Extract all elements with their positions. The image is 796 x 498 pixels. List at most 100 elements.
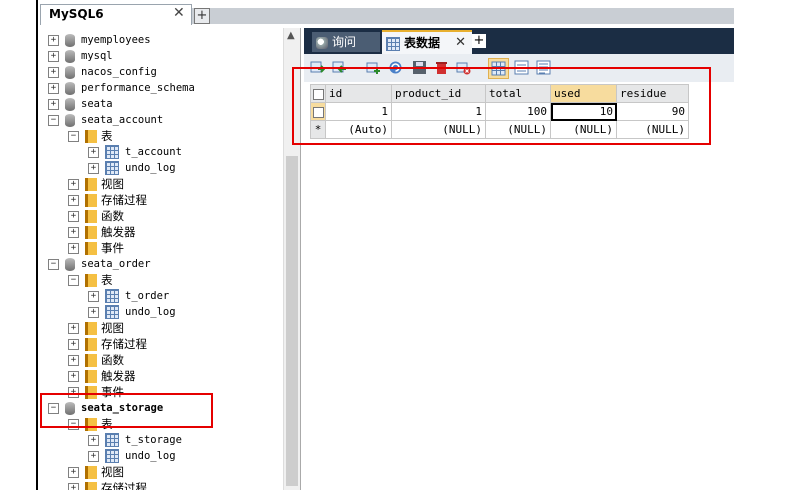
- expand-icon[interactable]: +: [68, 482, 79, 490]
- highlight-box-seata-storage: [40, 393, 213, 428]
- tree-item-label: mysql: [81, 50, 113, 62]
- expand-icon[interactable]: +: [88, 290, 99, 302]
- expand-icon[interactable]: +: [88, 162, 99, 174]
- tree-item-folder[interactable]: + 存储过程: [68, 192, 147, 208]
- tree-item-label: 视图: [101, 321, 124, 335]
- tree-item-folder[interactable]: + 视图: [68, 464, 124, 480]
- tree-item-folder[interactable]: − 表: [68, 272, 113, 288]
- tree-item-label: seata: [81, 98, 113, 110]
- folder-icon: [85, 193, 97, 207]
- tree-item-label: 表: [101, 129, 113, 143]
- tree-item-label: 存储过程: [101, 193, 147, 207]
- tree-item-label: 触发器: [101, 369, 136, 383]
- expand-icon[interactable]: +: [68, 370, 79, 382]
- tree-item-label: seata_order: [81, 258, 151, 270]
- close-icon[interactable]: ✕: [173, 5, 185, 21]
- tab-table-data-label: 表数据: [404, 36, 441, 50]
- folder-icon: [85, 209, 97, 223]
- expand-icon[interactable]: +: [68, 178, 79, 190]
- expand-icon[interactable]: +: [68, 210, 79, 222]
- tab-query[interactable]: 询问: [312, 32, 380, 52]
- tree-item-label: nacos_config: [81, 66, 157, 78]
- tree-item-label: 视图: [101, 465, 124, 479]
- tree-item-label: 事件: [101, 241, 124, 255]
- expand-icon[interactable]: +: [68, 322, 79, 334]
- tree-item-database[interactable]: − seata_account: [48, 112, 163, 128]
- folder-icon: [85, 177, 97, 191]
- table-icon: [105, 289, 119, 303]
- expand-icon[interactable]: +: [48, 34, 59, 46]
- folder-icon: [85, 369, 97, 383]
- tree-item-label: t_order: [125, 290, 170, 302]
- tree-item-folder[interactable]: + 视图: [68, 320, 124, 336]
- tree-item-folder[interactable]: + 存储过程: [68, 336, 147, 352]
- tree-item-table[interactable]: + undo_log: [88, 160, 176, 176]
- close-icon[interactable]: ✕: [455, 32, 466, 54]
- table-icon: [105, 305, 119, 319]
- add-tab-button[interactable]: +: [472, 34, 486, 48]
- tree-item-folder[interactable]: − 表: [68, 128, 113, 144]
- tree-item-database[interactable]: + performance_schema: [48, 80, 195, 96]
- tree-item-folder[interactable]: + 函数: [68, 352, 124, 368]
- expand-icon[interactable]: +: [88, 450, 99, 462]
- scrollbar-thumb[interactable]: [286, 156, 298, 486]
- folder-icon: [85, 481, 97, 490]
- expand-icon[interactable]: +: [48, 50, 59, 62]
- tree-item-database[interactable]: − seata_order: [48, 256, 151, 272]
- tree-item-database[interactable]: + mysql: [48, 48, 113, 64]
- connection-tab[interactable]: MySQL6 ✕: [40, 4, 192, 25]
- expand-icon[interactable]: +: [88, 306, 99, 318]
- tree-item-folder[interactable]: + 触发器: [68, 224, 136, 240]
- tree-item-table[interactable]: + t_order: [88, 288, 169, 304]
- tree-item-table[interactable]: + t_storage: [88, 432, 182, 448]
- expand-icon[interactable]: +: [68, 194, 79, 206]
- collapse-icon[interactable]: −: [48, 258, 59, 270]
- folder-icon: [85, 321, 97, 335]
- tree-item-table[interactable]: + t_account: [88, 144, 182, 160]
- chevron-up-icon[interactable]: ▲: [287, 30, 295, 41]
- database-icon: [65, 113, 75, 127]
- tree-item-label: 触发器: [101, 225, 136, 239]
- collapse-icon[interactable]: −: [68, 274, 79, 286]
- table-icon: [386, 36, 400, 51]
- expand-icon[interactable]: +: [48, 66, 59, 78]
- tree-item-table[interactable]: + undo_log: [88, 304, 176, 320]
- collapse-icon[interactable]: −: [48, 114, 59, 126]
- tab-table-data[interactable]: 表数据 ✕: [382, 30, 472, 54]
- expand-icon[interactable]: +: [68, 226, 79, 238]
- tree-item-label: 函数: [101, 209, 124, 223]
- tree-item-database[interactable]: + seata: [48, 96, 113, 112]
- folder-icon: [85, 129, 97, 143]
- table-icon: [105, 433, 119, 447]
- tree-item-label: undo_log: [125, 306, 176, 318]
- tree-item-database[interactable]: + myemployees: [48, 32, 151, 48]
- tree-item-label: undo_log: [125, 162, 176, 174]
- tree-item-label: 视图: [101, 177, 124, 191]
- expand-icon[interactable]: +: [48, 98, 59, 110]
- tree-item-folder[interactable]: + 触发器: [68, 368, 136, 384]
- tree-item-folder[interactable]: + 事件: [68, 240, 124, 256]
- tree-item-folder[interactable]: + 视图: [68, 176, 124, 192]
- expand-icon[interactable]: +: [68, 466, 79, 478]
- tree-item-label: 函数: [101, 353, 124, 367]
- expand-icon[interactable]: +: [48, 82, 59, 94]
- expand-icon[interactable]: +: [68, 242, 79, 254]
- expand-icon[interactable]: +: [68, 354, 79, 366]
- folder-icon: [85, 241, 97, 255]
- tree-item-label: 存储过程: [101, 337, 147, 351]
- collapse-icon[interactable]: −: [68, 130, 79, 142]
- expand-icon[interactable]: +: [88, 146, 99, 158]
- tree-item-database[interactable]: + nacos_config: [48, 64, 157, 80]
- folder-icon: [85, 225, 97, 239]
- tree-item-table[interactable]: + undo_log: [88, 448, 176, 464]
- tab-query-label: 询问: [332, 35, 357, 49]
- expand-icon[interactable]: +: [88, 434, 99, 446]
- add-connection-tab-button[interactable]: +: [194, 8, 210, 24]
- tree-item-label: 存储过程: [101, 481, 147, 490]
- connection-title: MySQL6: [49, 7, 104, 21]
- database-icon: [65, 81, 75, 95]
- tree-item-folder[interactable]: + 函数: [68, 208, 124, 224]
- query-icon: [316, 36, 328, 49]
- tree-item-folder[interactable]: + 存储过程: [68, 480, 147, 490]
- expand-icon[interactable]: +: [68, 338, 79, 350]
